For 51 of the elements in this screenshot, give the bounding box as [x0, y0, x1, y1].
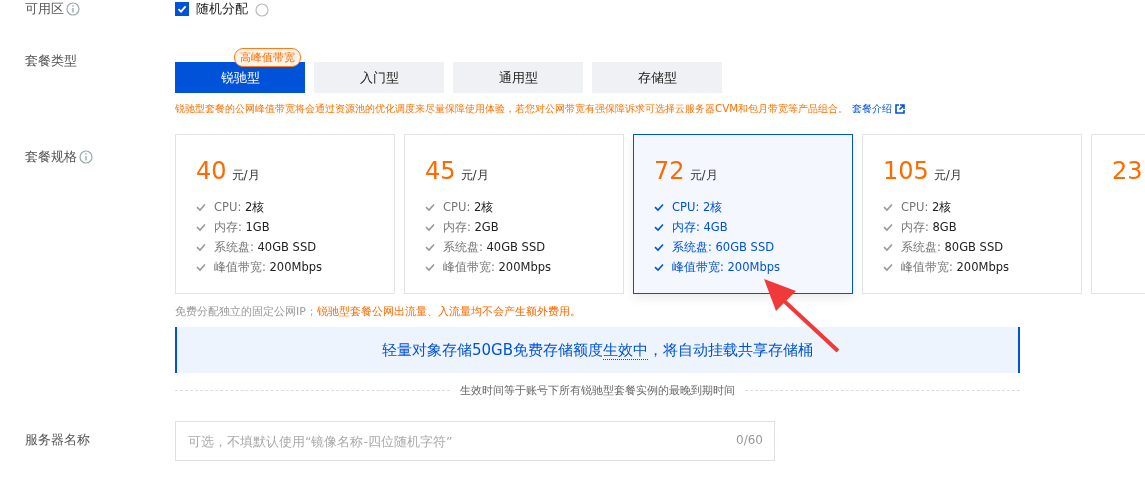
feature-text: CPU: 2核: [214, 199, 265, 215]
plan-card[interactable]: 72 元/月 CPU: 2核 内存: 4GB 系统盘: 60GB SSD 峰值带宽: 200Mbps: [633, 134, 853, 294]
feature-text: 系统盘: 80GB SSD: [901, 239, 1004, 255]
tab-badge: 高峰值带宽: [234, 48, 301, 67]
price-value: 23: [1112, 157, 1143, 185]
feature-text: CPU: 2核: [901, 199, 952, 215]
package-intro-link[interactable]: 套餐介绍: [852, 102, 893, 116]
notice-text: 锐驰型套餐的公网峰值带宽将会通过资源池的优化调度来尽量保障使用体验，若您对公网带宽有强保障诉求可选择云服务器CVM和包月带宽等产品组合。: [175, 102, 849, 116]
note-text: 免费分配独立的固定公网IP；: [175, 305, 317, 318]
feature-text: 内存: 2GB: [443, 219, 499, 235]
price-value: 45: [425, 157, 456, 185]
price-unit: 元/月: [933, 167, 962, 184]
feature-text: 峰值带宽: 200Mbps: [214, 259, 322, 275]
field-label: 套餐类型: [25, 52, 77, 70]
divider-text: 生效时间等于账号下所有锐驰型套餐实例的最晚到期时间: [460, 383, 735, 398]
price-unit: 元/月: [460, 167, 489, 184]
external-link-icon: [895, 104, 906, 114]
feature-text: 内存: 1GB: [214, 219, 270, 235]
package-tab[interactable]: 入门型: [314, 62, 444, 93]
feature-text: CPU: 2核: [443, 199, 494, 215]
field-label: 服务器名称: [25, 431, 90, 449]
feature-text: 峰值带宽: 200Mbps: [672, 259, 780, 275]
field-label: 套餐规格: [25, 148, 77, 166]
help-icon: [255, 3, 269, 17]
feature-text: 内存: 4GB: [672, 219, 728, 235]
feature-text: 系统盘: 40GB SSD: [443, 239, 546, 255]
info-icon: [66, 2, 80, 16]
price-value: 72: [654, 157, 685, 185]
checkbox-label: 随机分配: [196, 0, 248, 18]
package-tab[interactable]: 锐驰型: [175, 62, 305, 93]
feature-text: CPU: 2核: [672, 199, 723, 215]
plan-card[interactable]: 45 元/月 CPU: 2核 内存: 2GB 系统盘: 40GB SSD 峰值带宽: 200Mbps: [404, 134, 624, 294]
plan-card[interactable]: 105 元/月 CPU: 2核 内存: 8GB 系统盘: 80GB SSD 峰值带宽: 200Mbps: [862, 134, 1082, 294]
price-value: 105: [883, 157, 929, 185]
price-unit: 元/月: [689, 167, 718, 184]
plan-card[interactable]: 40 元/月 CPU: 2核 内存: 1GB 系统盘: 40GB SSD 峰值带宽: 200Mbps: [175, 134, 395, 294]
feature-text: 系统盘: 60GB SSD: [672, 239, 775, 255]
feature-text: 内存: 8GB: [901, 219, 957, 235]
info-icon: [79, 150, 93, 164]
char-counter: 0/60: [736, 433, 763, 447]
feature-text: 峰值带宽: 200Mbps: [901, 259, 1009, 275]
field-label: 可用区: [25, 0, 64, 18]
package-tab[interactable]: 通用型: [453, 62, 583, 93]
price-unit: 元/月: [231, 167, 260, 184]
checkbox[interactable]: [175, 2, 189, 16]
feature-text: 峰值带宽: 200Mbps: [443, 259, 551, 275]
package-tab[interactable]: 存储型: [592, 62, 722, 93]
price-value: 40: [196, 157, 227, 185]
banner-text: 轻量对象存储50GB免费存储额度生效中，将自动挂载共享存储桶: [382, 340, 813, 360]
notice-text: 锐驰型套餐公网出流量、入流量均不会产生额外费用。: [316, 305, 581, 318]
feature-text: 系统盘: 40GB SSD: [214, 239, 317, 255]
